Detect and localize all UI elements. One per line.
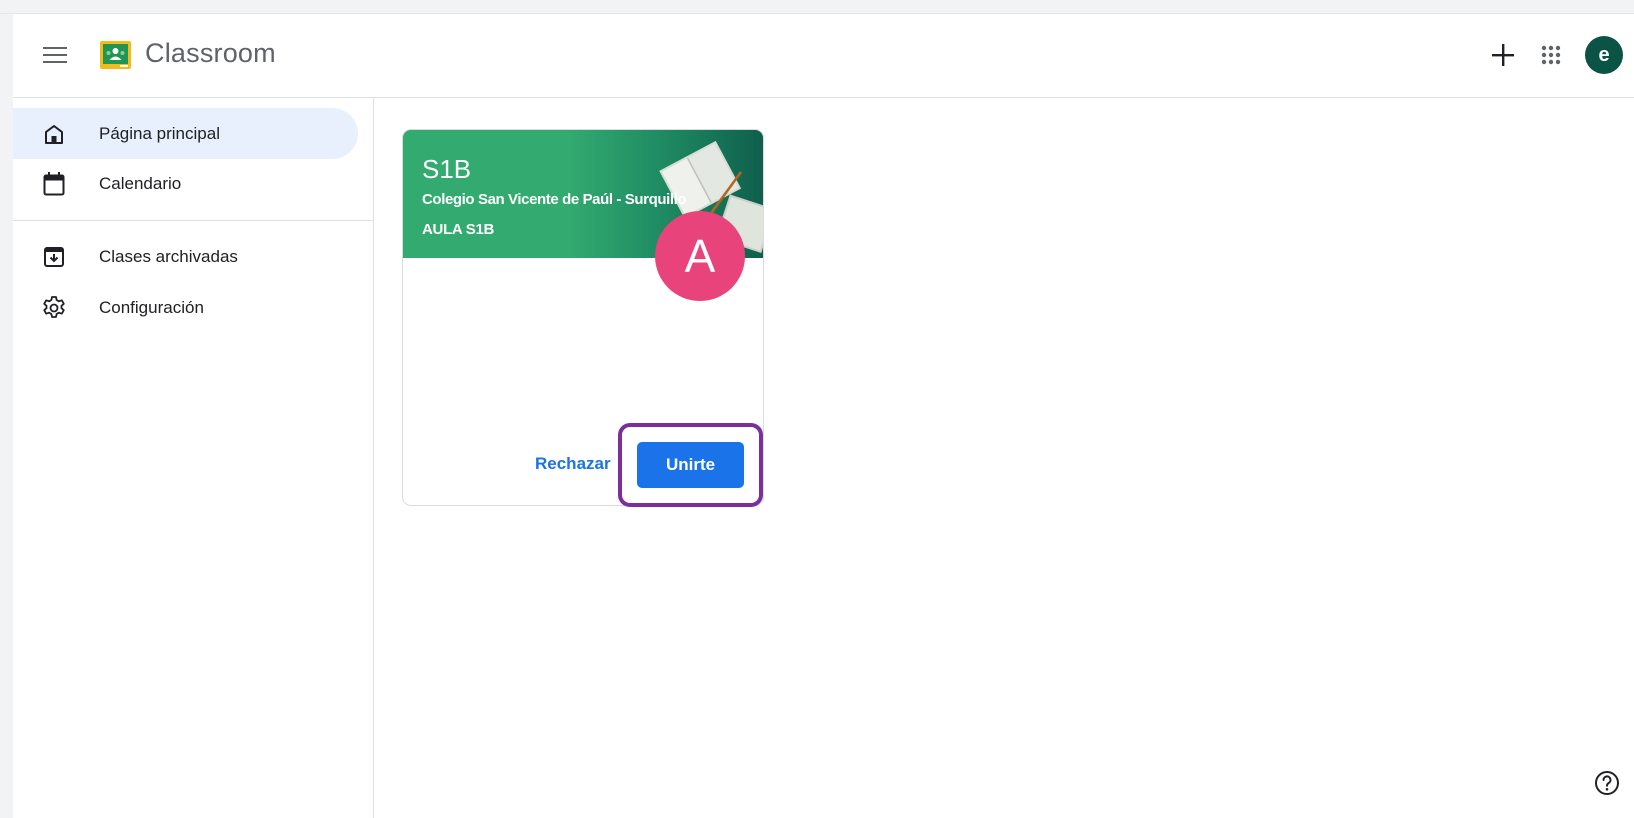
account-avatar[interactable]: e [1585, 36, 1623, 74]
join-button[interactable]: Unirte [637, 442, 744, 488]
sidebar: Página principal Calendario Clases archi… [13, 98, 374, 818]
app-title: Classroom [145, 38, 276, 68]
browser-top-strip [0, 0, 1634, 14]
sidebar-item-label: Configuración [99, 297, 204, 317]
avatar-letter: e [1598, 43, 1610, 66]
archive-icon [41, 244, 67, 270]
calendar-icon [41, 171, 67, 197]
sidebar-item-home[interactable]: Página principal [13, 108, 358, 159]
create-join-class-button[interactable] [1486, 38, 1520, 72]
google-apps-button[interactable] [1536, 40, 1566, 70]
home-icon [41, 121, 67, 147]
sidebar-item-archived[interactable]: Clases archivadas [13, 231, 358, 282]
gear-icon [41, 295, 67, 321]
classroom-logo-icon [100, 41, 131, 69]
teacher-avatar: A [655, 211, 745, 301]
sidebar-divider [13, 220, 373, 221]
sidebar-item-calendar[interactable]: Calendario [13, 158, 358, 209]
left-gutter [0, 14, 13, 818]
class-section: AULA S1B [422, 221, 495, 238]
app-header: Classroom e [13, 14, 1634, 98]
reject-button[interactable]: Rechazar [529, 450, 617, 478]
teacher-initial: A [684, 230, 716, 282]
sidebar-item-settings[interactable]: Configuración [13, 282, 358, 333]
class-name: S1B [422, 154, 472, 184]
hamburger-menu-icon [43, 47, 67, 63]
sidebar-item-label: Página principal [99, 123, 220, 143]
class-school: Colegio San Vicente de Paúl - Surquillo [422, 191, 687, 208]
help-circle-icon [1595, 771, 1619, 795]
sidebar-item-label: Clases archivadas [99, 246, 238, 266]
plus-icon [1492, 44, 1514, 66]
help-button[interactable] [1593, 769, 1621, 797]
apps-grid-icon [1541, 45, 1561, 65]
main-menu-button[interactable] [40, 40, 70, 70]
sidebar-item-label: Calendario [99, 173, 182, 193]
